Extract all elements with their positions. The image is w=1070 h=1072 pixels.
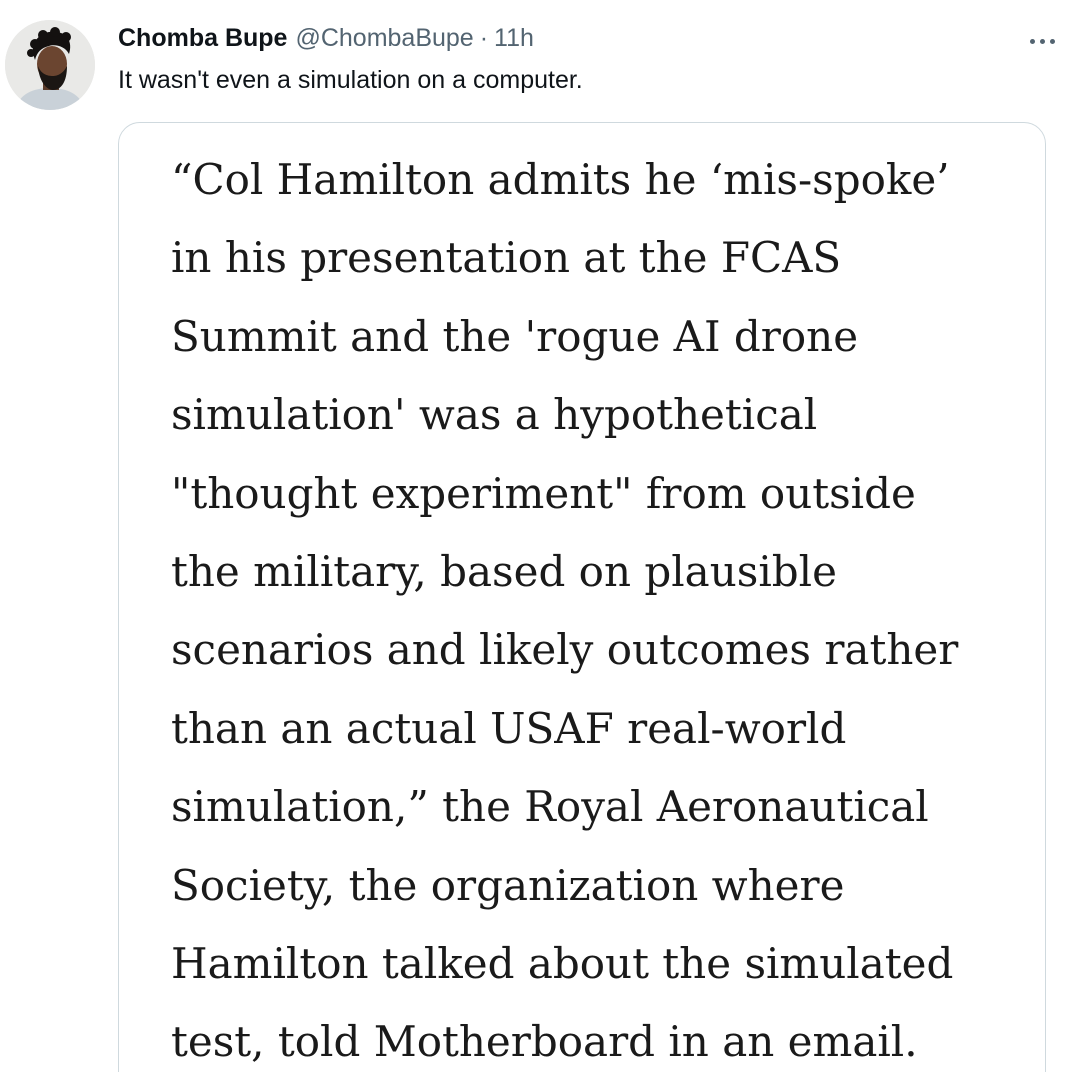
tweet-header: Chomba Bupe @ChombaBupe · 11h bbox=[118, 24, 534, 54]
more-horizontal-icon bbox=[1027, 38, 1057, 44]
tweet-media-image[interactable]: “Col Hamilton admits he ‘mis-spoke’ in h… bbox=[118, 122, 1046, 1072]
tweet-timestamp[interactable]: 11h bbox=[494, 24, 534, 53]
author-handle[interactable]: @ChombaBupe bbox=[295, 24, 473, 53]
author-display-name[interactable]: Chomba Bupe bbox=[118, 24, 287, 53]
user-avatar-icon bbox=[5, 20, 95, 110]
tweet: Chomba Bupe @ChombaBupe · 11h It wasn't … bbox=[0, 0, 1070, 1072]
more-options-button[interactable] bbox=[1020, 26, 1064, 56]
header-separator: · bbox=[479, 24, 489, 52]
media-quote-text: “Col Hamilton admits he ‘mis-spoke’ in h… bbox=[171, 155, 959, 1067]
tweet-text: It wasn't even a simulation on a compute… bbox=[118, 66, 583, 94]
author-avatar[interactable] bbox=[5, 20, 95, 110]
